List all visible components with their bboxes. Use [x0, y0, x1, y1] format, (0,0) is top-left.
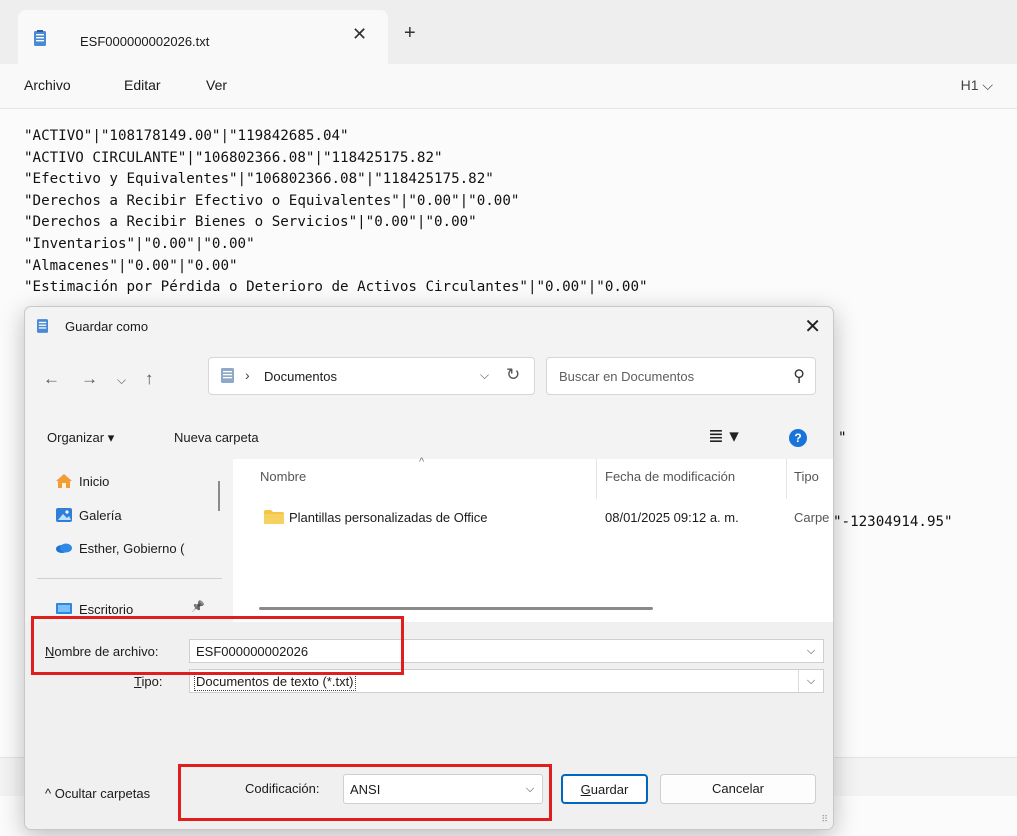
divider: [37, 578, 222, 579]
chevron-down-icon[interactable]: ⌵: [518, 775, 542, 803]
tab-title: ESF000000002026.txt: [80, 34, 210, 49]
address-bar[interactable]: › Documentos ⌵ ↻: [208, 357, 535, 395]
menu-bar: Archivo Editar Ver H1 ⌵: [0, 64, 1017, 109]
horizontal-scrollbar[interactable]: [259, 607, 653, 610]
breadcrumb[interactable]: Documentos: [264, 369, 337, 384]
back-icon[interactable]: ←: [43, 369, 60, 389]
nav-label: Inicio: [79, 474, 110, 489]
file-name: Plantillas personalizadas de Office: [289, 510, 488, 525]
recent-locations-icon[interactable]: ⌵: [117, 373, 126, 388]
column-separator[interactable]: [596, 459, 597, 499]
chevron-down-icon[interactable]: ⌵: [798, 670, 823, 692]
column-header-date[interactable]: Fecha de modificación: [605, 469, 735, 484]
menu-editar[interactable]: Editar: [124, 77, 161, 93]
table-row[interactable]: Plantillas personalizadas de Office 08/0…: [233, 507, 833, 531]
filename-label-text: ombre de archivo:: [54, 644, 159, 659]
filename-label: Nombre de archivo:: [45, 644, 158, 659]
pin-icon[interactable]: 📌: [191, 600, 205, 613]
new-tab-button[interactable]: +: [404, 22, 416, 45]
type-label: Tipo:: [134, 674, 162, 689]
scrollbar-thumb[interactable]: [218, 481, 220, 511]
notepad-icon: [34, 30, 46, 46]
filename-label-access-key: N: [45, 644, 55, 659]
file-type-select[interactable]: Documentos de texto (*.txt) ⌵: [189, 669, 824, 693]
nav-label: Esther, Gobierno (: [79, 541, 185, 556]
file-type-value: Documentos de texto (*.txt): [194, 672, 356, 691]
heading-selector[interactable]: H1 ⌵: [961, 77, 993, 94]
editor-line: "ACTIVO CIRCULANTE"|"106802366.08"|"1184…: [24, 149, 443, 166]
notepad-icon: [37, 319, 48, 333]
resize-grip-icon[interactable]: ⠿: [821, 814, 828, 825]
navigation-pane: Inicio Galería Esther, Gobierno ( Escrit…: [25, 459, 233, 622]
folder-icon: [264, 510, 284, 524]
editor-line: "Derechos a Recibir Efectivo o Equivalen…: [24, 192, 520, 209]
column-separator[interactable]: [786, 459, 787, 499]
sort-ascending-icon: ^: [419, 456, 425, 468]
cancel-button[interactable]: Cancelar: [660, 774, 816, 804]
cloud-icon: [56, 543, 72, 553]
hide-folders-button[interactable]: ^ Ocultar carpetas: [45, 786, 150, 801]
refresh-icon[interactable]: ↻: [506, 365, 520, 385]
search-placeholder: Buscar en Documentos: [559, 369, 695, 384]
dialog-title: Guardar como: [65, 319, 149, 334]
file-type: Carpe: [794, 510, 830, 525]
encoding-select[interactable]: ANSI ⌵: [343, 774, 543, 804]
help-icon[interactable]: ?: [789, 429, 807, 447]
file-list: Nombre ^ Fecha de modificación Tipo Plan…: [233, 456, 833, 622]
editor-peek-text: ": [838, 430, 847, 446]
filename-value: ESF000000002026: [196, 644, 309, 659]
save-button[interactable]: Guardar: [561, 774, 648, 804]
type-label-text: ipo:: [141, 674, 163, 689]
close-tab-icon[interactable]: ✕: [352, 24, 367, 45]
editor-line: "Almacenes"|"0.00"|"0.00": [24, 257, 238, 274]
editor-content: "ACTIVO"|"108178149.00"|"119842685.04" "A…: [24, 126, 648, 299]
encoding-value: ANSI: [350, 782, 381, 797]
file-tab[interactable]: ESF000000002026.txt ✕: [18, 10, 388, 64]
tab-bar: ESF000000002026.txt ✕ +: [0, 0, 1017, 64]
view-options-icon[interactable]: ≣ ▾: [708, 425, 739, 448]
editor-line: "Efectivo y Equivalentes"|"106802366.08"…: [24, 171, 494, 188]
desktop-icon: [56, 603, 72, 614]
nav-label: Escritorio: [79, 602, 134, 617]
editor-line: "Estimación por Pérdida o Deterioro de A…: [24, 279, 648, 296]
nav-label: Galería: [79, 508, 122, 523]
encoding-label: Codificación:: [245, 781, 320, 796]
close-icon[interactable]: ✕: [804, 314, 821, 339]
dialog-titlebar: Guardar como ✕: [25, 307, 833, 347]
organize-button[interactable]: Organizar ▾: [47, 430, 114, 446]
chevron-down-icon[interactable]: ⌵: [480, 368, 489, 383]
column-header-name[interactable]: Nombre: [260, 469, 306, 484]
editor-line: "ACTIVO"|"108178149.00"|"119842685.04": [24, 128, 349, 144]
up-icon[interactable]: ↑: [145, 369, 154, 389]
filename-field[interactable]: ESF000000002026 ⌵: [189, 639, 824, 663]
editor-peek-text: "-12304914.95": [833, 514, 953, 530]
save-as-dialog: Guardar como ✕ ← → ⌵ ↑ › Documentos ⌵ ↻ …: [24, 306, 834, 830]
file-date: 08/01/2025 09:12 a. m.: [605, 510, 739, 525]
document-icon: [221, 368, 234, 383]
save-label: uardar: [590, 782, 629, 797]
save-form: Nombre de archivo: ESF000000002026 ⌵ Tip…: [25, 622, 833, 829]
home-icon: [56, 474, 72, 488]
editor-line: "Inventarios"|"0.00"|"0.00": [24, 235, 255, 252]
breadcrumb-separator: ›: [245, 367, 250, 383]
search-icon[interactable]: ⚲: [793, 366, 805, 386]
column-header-type[interactable]: Tipo: [794, 469, 819, 484]
menu-archivo[interactable]: Archivo: [24, 77, 71, 93]
menu-ver[interactable]: Ver: [206, 77, 227, 93]
search-input[interactable]: Buscar en Documentos ⚲: [546, 357, 816, 395]
editor-line: "Derechos a Recibir Bienes o Servicios"|…: [24, 214, 477, 231]
chevron-down-icon[interactable]: ⌵: [799, 640, 823, 662]
new-folder-button[interactable]: Nueva carpeta: [174, 430, 259, 445]
command-bar: Organizar ▾ Nueva carpeta ≣ ▾ ?: [25, 419, 833, 459]
save-access-key: G: [580, 782, 591, 797]
forward-icon[interactable]: →: [81, 369, 98, 389]
gallery-icon: [56, 508, 72, 522]
